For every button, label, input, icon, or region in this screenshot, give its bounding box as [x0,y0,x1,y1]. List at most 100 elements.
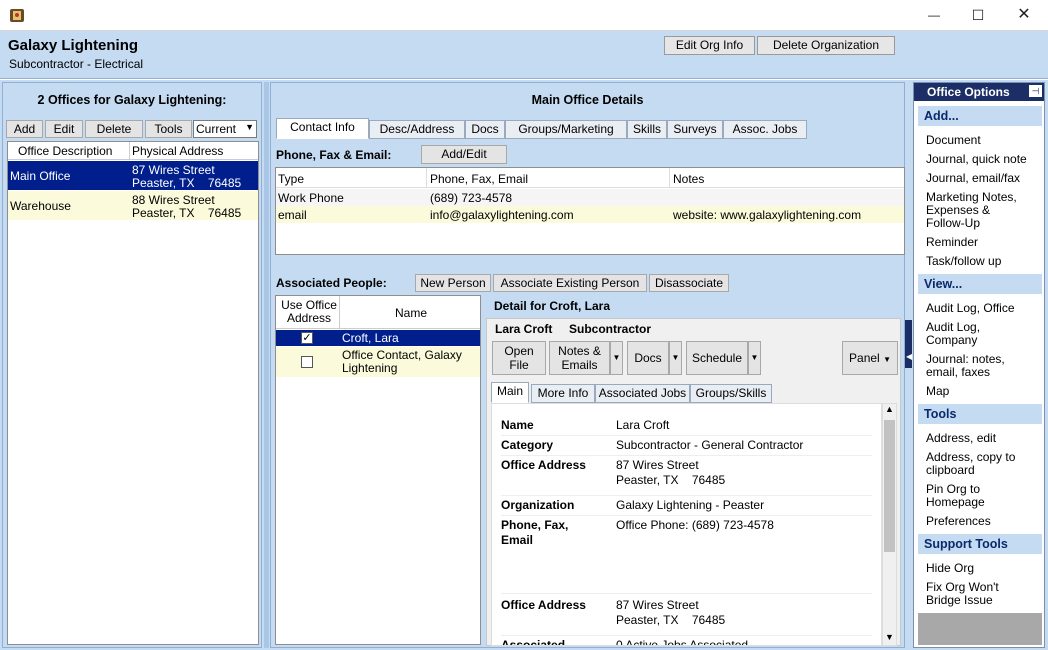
office-details-panel: Main Office Details Contact Info Desc/Ad… [270,82,905,648]
office-filter-select[interactable]: Current ▼ [193,120,257,138]
column-header-type[interactable]: Type [278,172,304,186]
close-button[interactable]: ✕ [1001,0,1047,30]
tab-contact-info[interactable]: Contact Info [276,118,369,139]
sidebar-item-preferences[interactable]: Preferences [918,515,1042,528]
tab-groups-skills[interactable]: Groups/Skills [690,384,772,403]
sidebar-item-address-edit[interactable]: Address, edit [918,432,1042,445]
field-label: Phone, Fax, Email [501,518,569,547]
new-person-button[interactable]: New Person [415,274,491,292]
office-street: 88 Wires Street [132,193,215,207]
chevron-left-icon: ◀ [906,352,913,361]
sidebar-item-map[interactable]: Map [918,385,1042,398]
column-header-physical-address[interactable]: Physical Address [132,144,223,158]
pin-icon[interactable]: ⊣ [1029,85,1042,97]
maximize-button[interactable]: ☐ [955,0,1001,30]
sidebar-item-marketing-notes[interactable]: Marketing Notes, Expenses & Follow-Up [918,191,1030,230]
sidebar-item-audit-log-company[interactable]: Audit Log, Company [918,321,1008,347]
notes-dropdown[interactable]: ▼ [610,341,623,375]
tab-main[interactable]: Main [491,382,529,403]
schedule-dropdown[interactable]: ▼ [748,341,761,375]
add-office-button[interactable]: Add [6,120,43,138]
detail-title: Detail for Croft, Lara [494,299,611,313]
associated-people-label: Associated People: [276,276,387,290]
person-row[interactable]: Office Contact, Galaxy Lightening [276,347,480,377]
sidebar-item-task-follow-up[interactable]: Task/follow up [918,255,1042,268]
phone-notes: website: www.galaxylightening.com [673,208,862,222]
panel-button[interactable]: Panel ▼ [842,341,898,375]
tab-more-info[interactable]: More Info [531,384,595,403]
tab-skills[interactable]: Skills [627,120,667,139]
notes-emails-button[interactable]: Notes & Emails [549,341,610,375]
phone-type: email [278,208,307,222]
chevron-down-icon: ▼ [883,355,891,364]
sidebar-item-address-copy[interactable]: Address, copy to clipboard [918,451,1028,477]
person-row[interactable]: ✓ Croft, Lara [276,330,480,346]
office-options-sidebar: Office Options ⊣ Add... Document Journal… [913,82,1045,648]
column-header-phone-fax-email[interactable]: Phone, Fax, Email [430,172,528,186]
scroll-down-icon[interactable]: ▼ [885,632,894,642]
minimize-button[interactable]: — [911,0,957,30]
edit-office-button[interactable]: Edit [45,120,83,138]
field-value: 87 Wires Street [616,598,699,612]
sidebar-splitter[interactable]: ◀ [905,82,913,648]
tab-docs[interactable]: Docs [465,120,505,139]
field-phone: Phone, Fax, Email Office Phone: (689) 72… [501,518,872,594]
detail-person-role: Subcontractor [569,322,652,336]
office-description: Main Office [10,169,71,183]
tab-associated-jobs[interactable]: Associated Jobs [595,384,690,403]
tab-surveys[interactable]: Surveys [667,120,723,139]
phone-table-header: Type Phone, Fax, Email Notes [276,168,904,188]
office-row[interactable]: Main Office 87 Wires Street Peaster, TX … [8,161,258,190]
tab-groups-marketing[interactable]: Groups/Marketing [505,120,627,139]
tab-assoc-jobs[interactable]: Assoc. Jobs [723,120,807,139]
scrollbar-thumb[interactable] [884,420,895,552]
office-tools-button[interactable]: Tools [145,120,192,138]
sidebar-section-view: View... [918,274,1042,294]
use-office-address-checkbox[interactable] [301,356,313,368]
sidebar-item-document[interactable]: Document [918,134,1042,147]
delete-organization-button[interactable]: Delete Organization [757,36,895,55]
docs-dropdown[interactable]: ▼ [669,341,682,375]
column-header-office-description[interactable]: Office Description [18,144,112,158]
column-header-name[interactable]: Name [340,306,482,320]
offices-title: 2 Offices for Galaxy Lightening: [37,93,227,107]
sidebar-item-audit-log-office[interactable]: Audit Log, Office [918,302,1042,315]
delete-office-button[interactable]: Delete [85,120,143,138]
detail-panel: Lara Croft Subcontractor Open File Notes… [486,318,901,646]
associate-existing-person-button[interactable]: Associate Existing Person [493,274,647,292]
offices-panel: 2 Offices for Galaxy Lightening: Add Edi… [2,82,262,648]
column-header-notes[interactable]: Notes [673,172,704,186]
phone-row[interactable]: email info@galaxylightening.com website:… [276,206,904,223]
detail-scrollbar[interactable]: ▲ ▼ [882,403,897,646]
org-type: Subcontractor - Electrical [9,57,144,71]
open-file-button[interactable]: Open File [492,341,546,375]
sidebar-item-pin-org[interactable]: Pin Org to Homepage [918,483,1008,509]
field-organization: Organization Galaxy Lightening - Peaster [501,498,872,516]
tab-desc-address[interactable]: Desc/Address [369,120,465,139]
disassociate-button[interactable]: Disassociate [649,274,729,292]
office-city: Peaster, TX 76485 [132,206,242,220]
sidebar-item-journal-email-fax[interactable]: Journal, email/fax [918,172,1042,185]
sidebar-item-journal-quick-note[interactable]: Journal, quick note [918,153,1042,166]
add-edit-phone-button[interactable]: Add/Edit [421,145,507,164]
sidebar-footer [918,613,1042,645]
use-office-address-checkbox[interactable]: ✓ [301,332,313,344]
office-row[interactable]: Warehouse 88 Wires Street Peaster, TX 76… [8,191,258,220]
sidebar-item-reminder[interactable]: Reminder [918,236,1042,249]
phone-table: Type Phone, Fax, Email Notes Work Phone … [275,167,905,255]
docs-button[interactable]: Docs [627,341,669,375]
schedule-button[interactable]: Schedule [686,341,748,375]
scroll-up-icon[interactable]: ▲ [885,404,894,414]
field-value: Lara Croft [616,418,670,432]
column-header-use-office-address[interactable]: Use Office Address [278,299,340,325]
phone-type: Work Phone [278,191,344,205]
sidebar-section-tools: Tools [918,404,1042,424]
splitter[interactable] [264,82,269,648]
edit-org-info-button[interactable]: Edit Org Info [664,36,755,55]
phone-row[interactable]: Work Phone (689) 723-4578 [276,189,904,206]
field-value: Office Phone: (689) 723-4578 [616,518,774,532]
sidebar-item-fix-org-bridge[interactable]: Fix Org Won't Bridge Issue [918,581,1018,607]
sidebar-item-hide-org[interactable]: Hide Org [918,562,1042,575]
sidebar-header: Office Options ⊣ [914,83,1044,101]
sidebar-item-journal-notes[interactable]: Journal: notes, email, faxes [918,353,1028,379]
